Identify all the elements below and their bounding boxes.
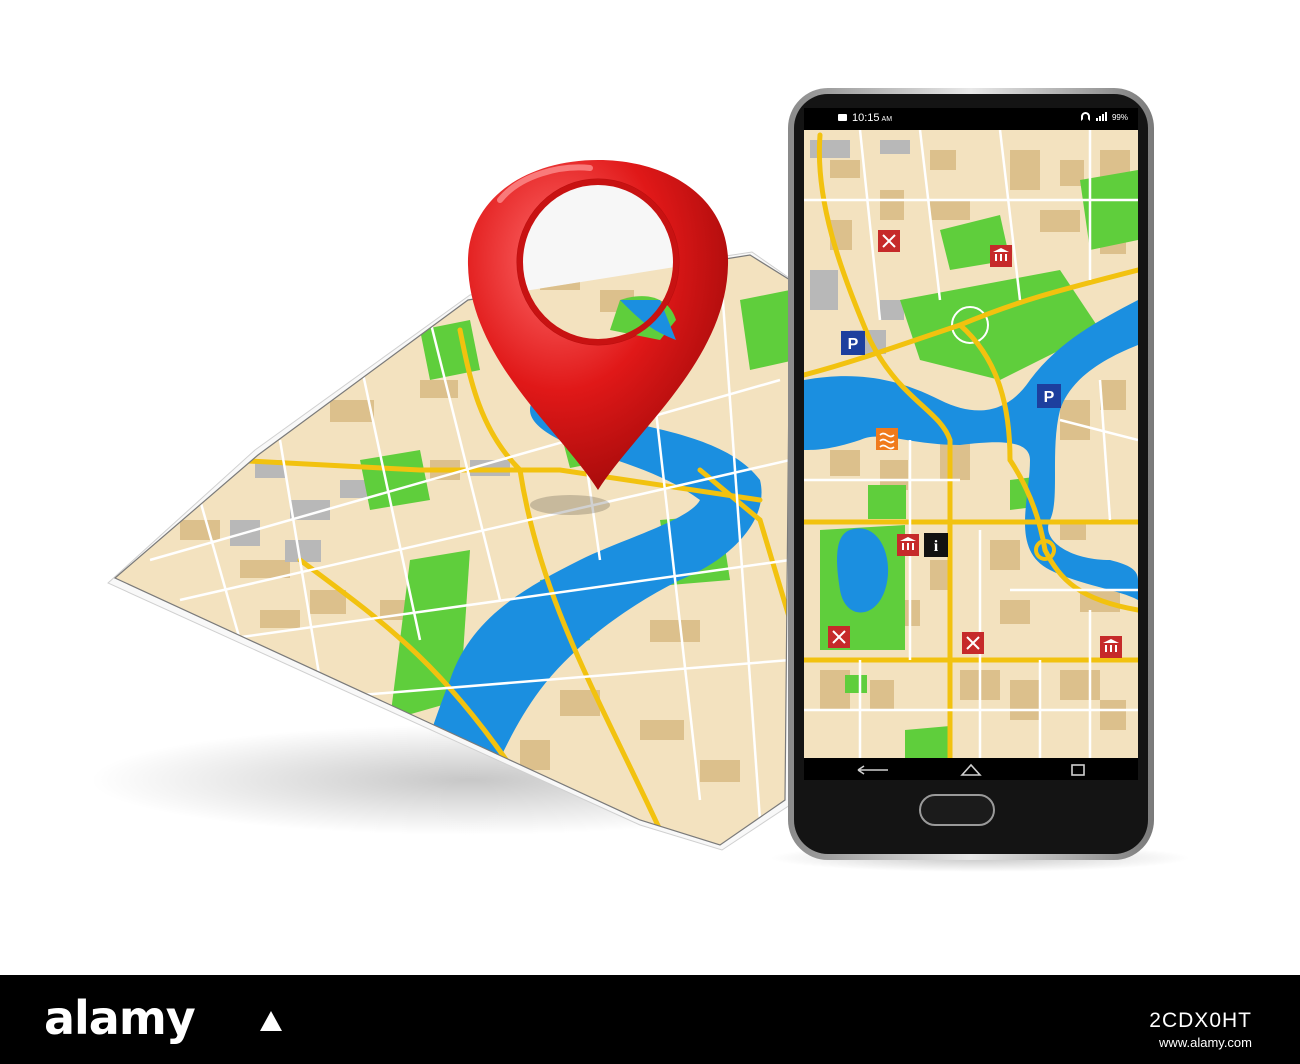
- logo-mark-icon: [260, 1011, 282, 1031]
- restaurant-icon[interactable]: [878, 230, 900, 252]
- image-id: 2CDX0HT: [1149, 1009, 1252, 1032]
- message-icon: [838, 114, 847, 121]
- parking-icon[interactable]: P: [1037, 384, 1061, 408]
- status-ampm: AM: [881, 116, 893, 123]
- status-time-value: 10:15: [852, 112, 880, 124]
- status-time: 10:15 AM: [852, 112, 892, 124]
- home-button[interactable]: [919, 794, 995, 826]
- smartphone: [788, 88, 1154, 860]
- parking-icon[interactable]: P: [841, 331, 865, 355]
- navigation-illustration: P P i: [0, 0, 1300, 975]
- wifi-icon: [1081, 112, 1090, 121]
- info-icon[interactable]: i: [924, 533, 948, 557]
- museum-icon[interactable]: [1100, 636, 1122, 658]
- info-label: i: [934, 538, 939, 555]
- restaurant-icon[interactable]: [962, 632, 984, 654]
- parking-label: P: [1044, 389, 1055, 406]
- restaurant-icon[interactable]: [828, 626, 850, 648]
- site-url: www.alamy.com: [1159, 1035, 1252, 1050]
- pool-icon[interactable]: [876, 428, 898, 450]
- museum-icon[interactable]: [897, 534, 919, 556]
- brand-logo: alamy: [44, 991, 196, 1045]
- phone-status-bar: 10:15 AM 99%: [808, 108, 1138, 130]
- parking-label: P: [848, 336, 859, 353]
- phone-screen-map[interactable]: [804, 130, 1138, 758]
- museum-icon[interactable]: [990, 245, 1012, 267]
- watermark-footer: alamy 2CDX0HT www.alamy.com: [0, 975, 1300, 1064]
- signal-icon: [1096, 112, 1108, 121]
- battery-level: 99%: [1111, 113, 1128, 122]
